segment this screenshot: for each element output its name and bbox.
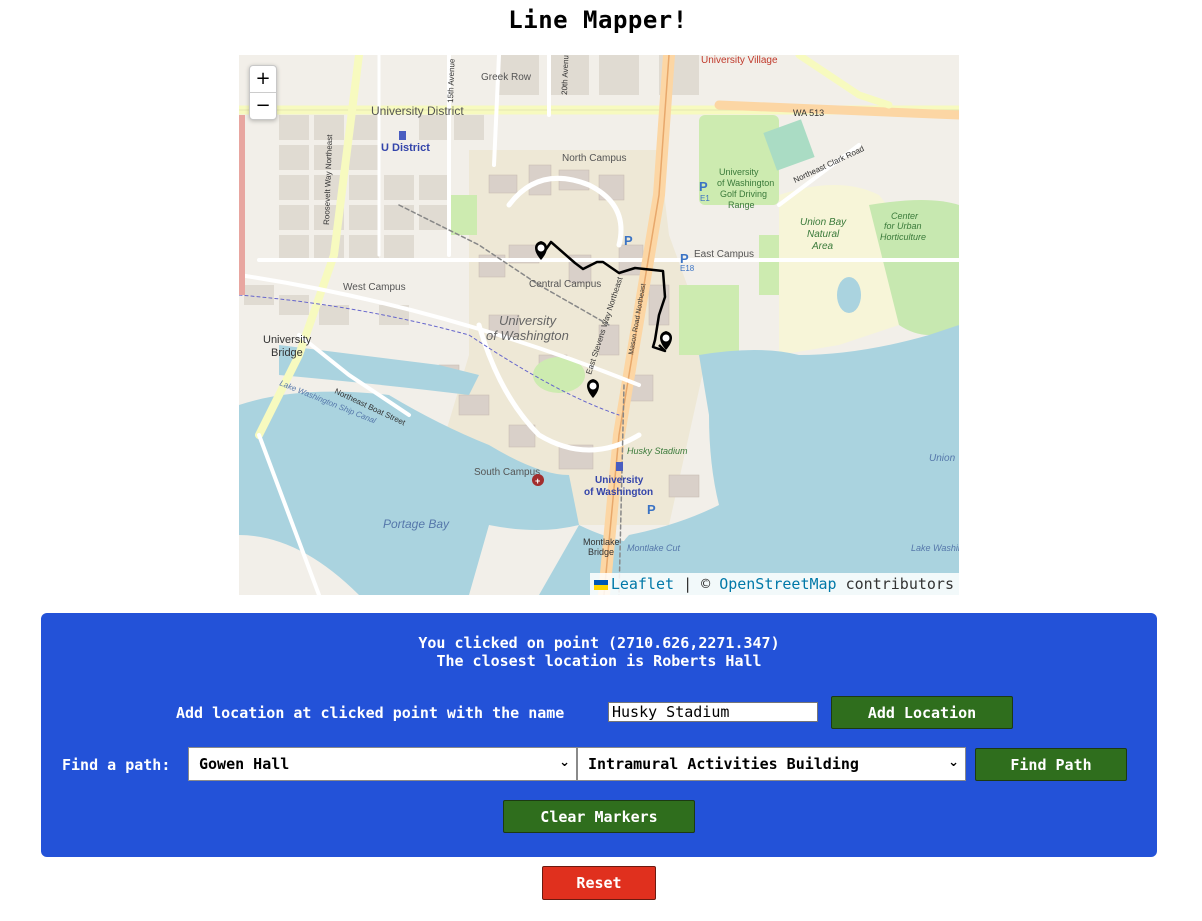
svg-text:P: P [647,502,656,517]
svg-text:WA 513: WA 513 [793,108,824,118]
svg-text:University: University [719,167,759,177]
svg-text:Bridge: Bridge [588,547,614,557]
leaflet-link[interactable]: Leaflet [611,575,674,593]
svg-text:Horticulture: Horticulture [880,232,926,242]
zoom-out-button[interactable]: − [250,92,276,119]
svg-text:East Campus: East Campus [694,249,754,260]
svg-text:+: + [535,476,540,486]
svg-text:U District: U District [381,142,430,154]
svg-text:University District: University District [371,104,464,118]
path-start-select[interactable]: Gowen Hall ⌄ [188,747,577,781]
svg-text:University: University [263,334,312,346]
find-path-label: Find a path: [62,756,171,774]
copyright-symbol: © [701,575,711,593]
svg-text:of Washington: of Washington [486,328,569,343]
svg-text:Greek Row: Greek Row [481,72,532,83]
ukraine-flag-icon [593,580,608,590]
svg-text:Golf Driving: Golf Driving [720,189,767,199]
chevron-down-icon: ⌄ [948,755,959,770]
zoom-in-button[interactable]: + [250,66,276,92]
svg-text:Union: Union [929,453,956,464]
svg-text:E1: E1 [700,194,710,203]
map-view[interactable]: University District Greek Row University… [239,55,959,595]
svg-text:Natural: Natural [807,229,840,240]
find-path-button[interactable]: Find Path [975,748,1127,781]
control-panel: You clicked on point (2710.626,2271.347)… [41,613,1157,857]
openstreetmap-link[interactable]: OpenStreetMap [719,575,836,593]
svg-text:P: P [624,233,633,248]
svg-text:E18: E18 [680,264,695,273]
attribution-contributors: contributors [845,575,954,593]
svg-text:University Village: University Village [701,55,778,66]
svg-text:Center: Center [891,211,919,221]
chevron-down-icon: ⌄ [559,755,570,770]
svg-text:South Campus: South Campus [474,467,540,478]
svg-text:for Urban: for Urban [884,221,922,231]
page-title: Line Mapper! [508,6,688,34]
svg-text:Montlake Cut: Montlake Cut [627,543,681,553]
path-end-value: Intramural Activities Building [588,755,859,773]
svg-text:20th Avenue: 20th Avenue [560,55,571,95]
svg-text:Central Campus: Central Campus [529,279,601,290]
svg-text:of Washington: of Washington [717,178,774,188]
svg-text:Husky Stadium: Husky Stadium [627,446,688,456]
attribution-separator: | [683,575,693,593]
path-start-value: Gowen Hall [199,755,290,773]
svg-text:University: University [499,313,558,328]
svg-text:University: University [595,475,644,486]
location-name-input[interactable] [608,702,818,722]
zoom-control: + − [249,65,277,120]
map-tiles[interactable]: University District Greek Row University… [239,55,959,595]
clear-markers-button[interactable]: Clear Markers [503,800,695,833]
svg-text:Range: Range [728,200,755,210]
path-end-select[interactable]: Intramural Activities Building ⌄ [577,747,966,781]
svg-text:of Washington: of Washington [584,487,653,498]
svg-text:Bridge: Bridge [271,347,303,359]
svg-text:Portage Bay: Portage Bay [383,517,450,531]
add-location-label: Add location at clicked point with the n… [176,704,565,722]
map-attribution: Leaflet | © OpenStreetMap contributors [589,573,959,595]
svg-text:Montlake: Montlake [583,537,620,547]
svg-text:West Campus: West Campus [343,282,406,293]
svg-text:North Campus: North Campus [562,153,626,164]
svg-text:Area: Area [811,241,834,252]
svg-text:15th Avenue: 15th Avenue [446,58,457,103]
clicked-point-message: You clicked on point (2710.626,2271.347) [418,634,780,652]
closest-location-message: The closest location is Roberts Hall [436,652,762,670]
svg-text:Union Bay: Union Bay [800,217,847,228]
svg-text:P: P [699,179,708,194]
click-info: You clicked on point (2710.626,2271.347)… [41,634,1157,670]
svg-text:Lake Washin: Lake Washin [911,543,959,553]
add-location-button[interactable]: Add Location [831,696,1013,729]
reset-button[interactable]: Reset [542,866,656,900]
